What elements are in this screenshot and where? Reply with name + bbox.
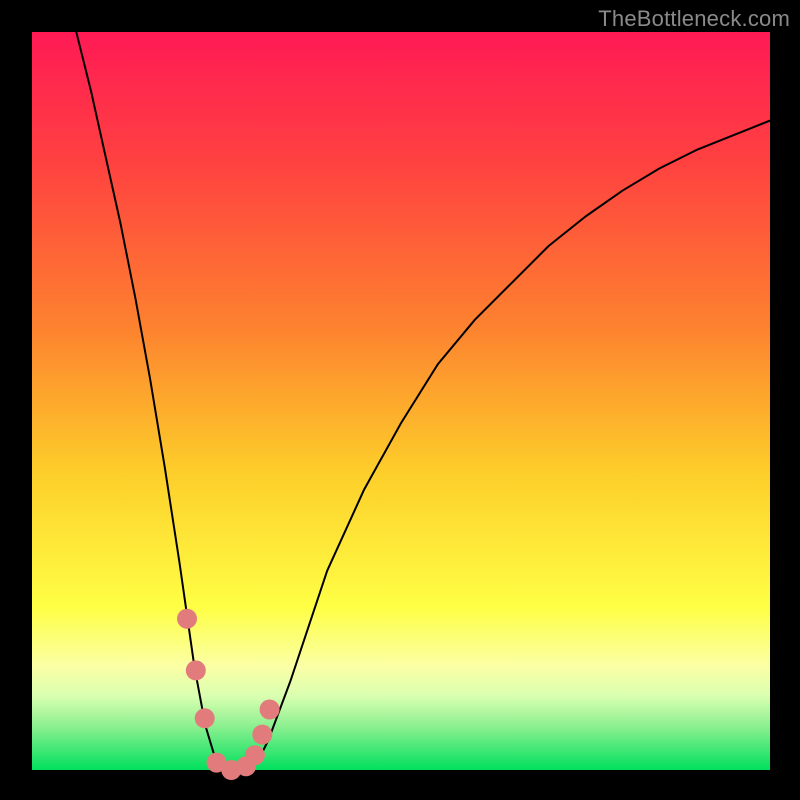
optimal-point: [177, 609, 197, 629]
optimal-point: [245, 745, 265, 765]
plot-background: [32, 32, 770, 770]
frame-bottom: [0, 770, 800, 800]
attribution-text: TheBottleneck.com: [598, 6, 790, 32]
optimal-point: [252, 725, 272, 745]
optimal-point: [186, 660, 206, 680]
frame-left: [0, 0, 32, 800]
optimal-point: [195, 708, 215, 728]
chart-svg: [0, 0, 800, 800]
optimal-point: [260, 700, 280, 720]
frame-right: [770, 0, 800, 800]
chart-root: TheBottleneck.com: [0, 0, 800, 800]
